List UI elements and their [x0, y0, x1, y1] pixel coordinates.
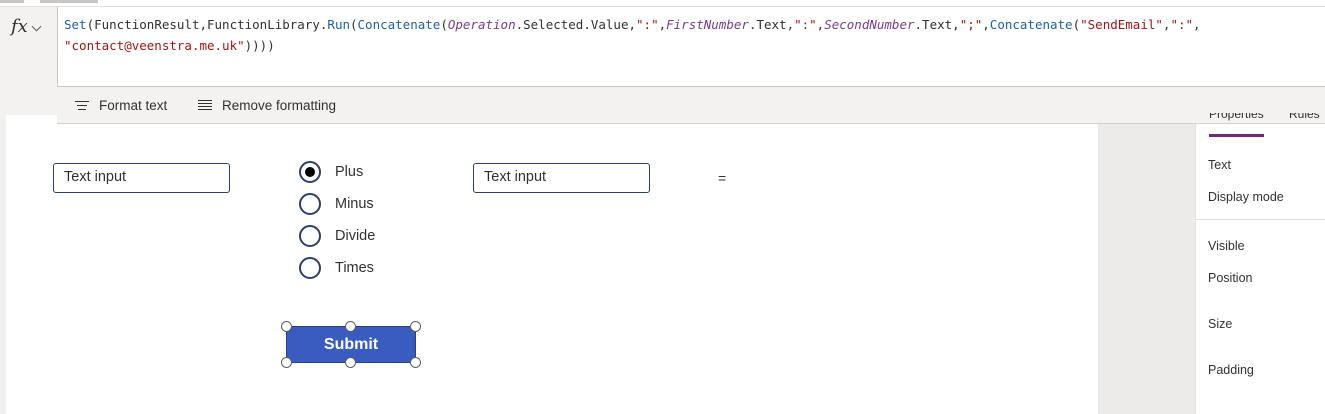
- formula-token: Run: [327, 17, 350, 32]
- formula-token: ":": [794, 17, 817, 32]
- formula-token: Operation: [447, 17, 516, 32]
- radio-label: Minus: [335, 196, 374, 212]
- formula-token: (: [350, 17, 358, 32]
- resize-handle-bottom-left[interactable]: [281, 357, 292, 368]
- first-number-placeholder: Text input: [64, 169, 127, 185]
- radio-label: Plus: [335, 164, 364, 180]
- formula-token: .Selected.Value: [515, 17, 629, 32]
- chevron-down-icon[interactable]: [31, 21, 42, 32]
- formula-token: (: [86, 17, 95, 32]
- formula-token: (: [440, 17, 448, 32]
- radio-circle-icon[interactable]: [299, 161, 321, 183]
- first-number-input[interactable]: Text input: [53, 163, 230, 193]
- format-text-button[interactable]: Format text: [75, 98, 167, 113]
- resize-handle-bottom-right[interactable]: [410, 357, 421, 368]
- remove-formatting-label: Remove formatting: [222, 98, 337, 113]
- second-number-input[interactable]: Text input: [473, 163, 650, 193]
- top-tab-stub[interactable]: [40, 0, 98, 3]
- format-text-label: Format text: [99, 98, 168, 113]
- formula-bar[interactable]: Set(FunctionResult,FunctionLibrary.Run(C…: [57, 7, 1325, 87]
- divider: [1196, 219, 1325, 220]
- tab-active-indicator: [1209, 134, 1264, 137]
- radio-circle-icon[interactable]: [299, 257, 321, 279]
- fx-area[interactable]: fx: [0, 7, 57, 87]
- formula-token: FunctionResult: [94, 17, 200, 32]
- format-toolbar: Format text Remove formatting: [57, 88, 1325, 124]
- formula-token: FirstNumber: [666, 17, 749, 32]
- formula-token: ,: [1193, 17, 1201, 32]
- formula-token: )))): [244, 38, 275, 53]
- resize-handle-top[interactable]: [345, 321, 356, 332]
- radio-option-minus[interactable]: Minus: [299, 191, 374, 217]
- formula-token: ,: [952, 17, 960, 32]
- format-text-icon: [75, 100, 89, 111]
- formula-token: ":": [1170, 17, 1194, 32]
- tab-properties[interactable]: Properties: [1209, 113, 1264, 121]
- formula-token: Concatenate: [357, 17, 441, 32]
- property-display-mode[interactable]: Display mode: [1208, 190, 1284, 204]
- formula-token: "SendEmail": [1080, 17, 1163, 32]
- formula-token: "contact@veenstra.me.uk": [64, 38, 245, 53]
- property-position[interactable]: Position: [1208, 271, 1252, 285]
- radio-label: Divide: [335, 228, 376, 244]
- resize-handle-top-right[interactable]: [410, 321, 421, 332]
- formula-token: ";": [959, 17, 983, 32]
- second-number-placeholder: Text input: [484, 169, 547, 185]
- resize-handle-top-left[interactable]: [281, 321, 292, 332]
- radio-label: Times: [335, 260, 374, 276]
- formula-token: .Text: [748, 17, 787, 32]
- result-label: =: [718, 170, 727, 186]
- property-visible[interactable]: Visible: [1208, 239, 1245, 253]
- formula-token: (: [1072, 17, 1081, 32]
- radio-option-times[interactable]: Times: [299, 255, 374, 281]
- formula-token: SecondNumber: [824, 17, 915, 32]
- property-text[interactable]: Text: [1208, 158, 1231, 172]
- app-canvas: [6, 115, 1098, 414]
- properties-tabs: Properties Rules: [1208, 113, 1325, 123]
- remove-formatting-button[interactable]: Remove formatting: [198, 98, 336, 113]
- formula-token: ,: [628, 17, 637, 32]
- radio-circle-icon[interactable]: [299, 193, 321, 215]
- formula-token: ,: [786, 17, 795, 32]
- formula-token: FunctionLibrary: [207, 17, 320, 32]
- resize-handle-bottom[interactable]: [345, 357, 356, 368]
- property-padding[interactable]: Padding: [1208, 363, 1254, 377]
- top-tab-stub[interactable]: [0, 0, 24, 3]
- formula-token: ,: [982, 17, 990, 32]
- radio-option-divide[interactable]: Divide: [299, 223, 375, 249]
- top-strip: [0, 0, 1325, 7]
- radio-option-plus[interactable]: Plus: [299, 159, 363, 185]
- fx-icon: fx: [11, 16, 28, 37]
- submit-label: Submit: [323, 335, 379, 353]
- canvas-gutter: [1098, 115, 1195, 414]
- formula-token: Concatenate: [989, 17, 1073, 32]
- formula-token: Set: [64, 17, 87, 32]
- property-size[interactable]: Size: [1208, 317, 1232, 331]
- formula-token: ,: [658, 17, 667, 32]
- formula-token: ":": [636, 17, 659, 32]
- formula-token: ,: [199, 17, 207, 32]
- tab-rules[interactable]: Rules: [1289, 113, 1320, 121]
- formula-text[interactable]: Set(FunctionResult,FunctionLibrary.Run(C…: [64, 14, 1314, 56]
- remove-formatting-icon: [198, 100, 212, 111]
- formula-token: .Text: [914, 17, 953, 32]
- radio-circle-icon[interactable]: [299, 225, 321, 247]
